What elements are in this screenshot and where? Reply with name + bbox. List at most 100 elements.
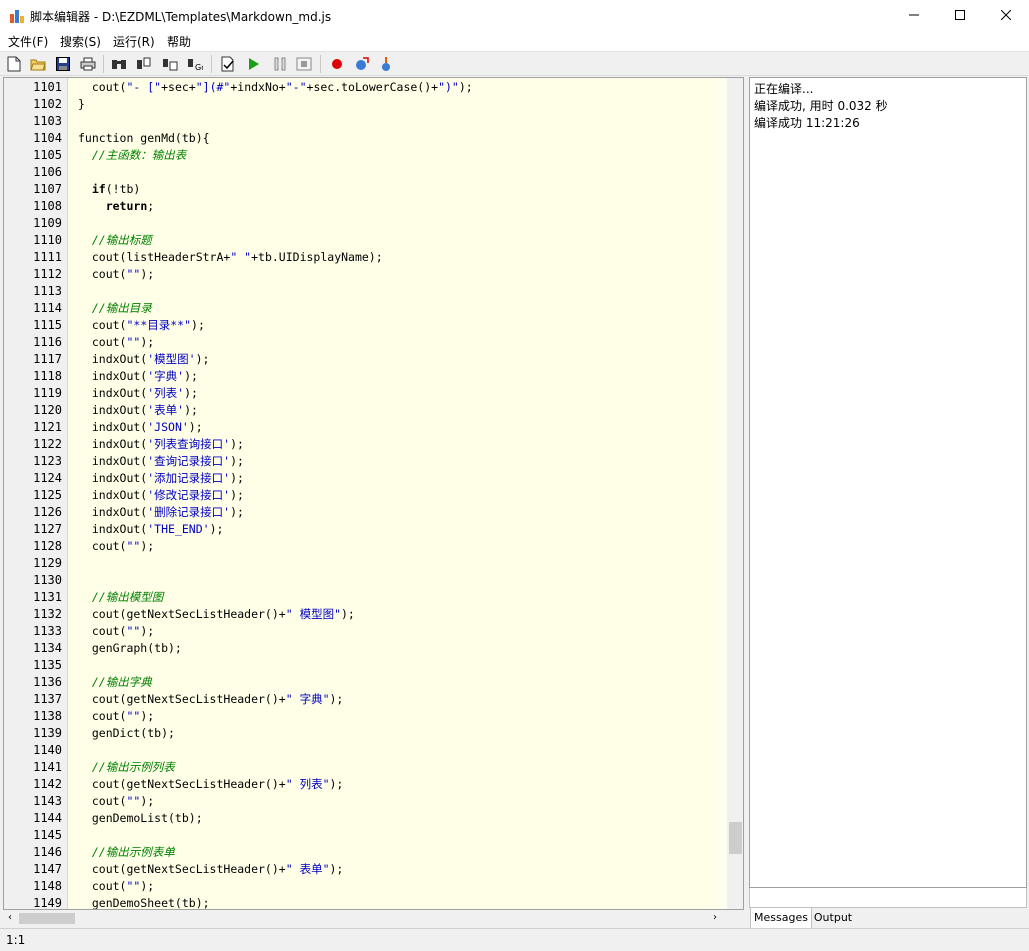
code-line[interactable]: //输出目录 — [78, 300, 152, 317]
messages-panel: 正在编译... 编译成功, 用时 0.032 秒 编译成功 11:21:26 — [749, 77, 1027, 888]
code-line[interactable]: } — [78, 96, 85, 113]
code-line[interactable]: cout(getNextSecListHeader()+" 模型图"); — [78, 606, 355, 623]
menu-file[interactable]: 文件(F) — [8, 33, 48, 50]
line-number: 1130 — [33, 573, 62, 587]
code-line[interactable]: //输出标题 — [78, 232, 152, 249]
tab-output[interactable]: Output — [811, 908, 855, 928]
code-line[interactable]: indxOut('删除记录接口'); — [78, 504, 244, 521]
code-token: cout( — [78, 539, 127, 553]
line-number: 1101 — [33, 80, 62, 94]
code-line[interactable]: genDemoList(tb); — [78, 810, 203, 827]
open-folder-icon[interactable] — [29, 55, 47, 73]
code-line[interactable]: cout(""); — [78, 266, 154, 283]
line-number: 1111 — [33, 250, 62, 264]
code-token: } — [78, 97, 85, 111]
minimize-button[interactable] — [891, 0, 937, 31]
code-token: genGraph(tb); — [78, 641, 182, 655]
line-number: 1137 — [33, 692, 62, 706]
string-token: " 列表" — [285, 777, 330, 791]
code-line[interactable]: indxOut('查询记录接口'); — [78, 453, 244, 470]
maximize-icon — [955, 9, 965, 23]
code-line[interactable]: //输出示例表单 — [78, 844, 175, 861]
code-line[interactable]: //输出模型图 — [78, 589, 163, 606]
code-line[interactable]: indxOut('字典'); — [78, 368, 198, 385]
goto-icon[interactable]: Go — [186, 55, 204, 73]
string-token: ")" — [438, 80, 459, 94]
find-next-icon[interactable] — [135, 55, 153, 73]
breakpoint-icon[interactable] — [328, 55, 346, 73]
editor-vertical-scrollbar-thumb[interactable] — [729, 822, 742, 854]
line-number: 1102 — [33, 97, 62, 111]
editor-horizontal-scrollbar[interactable]: ‹ › — [3, 910, 726, 927]
code-line[interactable]: cout(listHeaderStrA+" "+tb.UIDisplayName… — [78, 249, 383, 266]
tab-messages[interactable]: Messages — [750, 908, 812, 929]
code-line[interactable]: genDict(tb); — [78, 725, 175, 742]
code-line[interactable]: genDemoSheet(tb); — [78, 895, 210, 909]
code-line[interactable]: return; — [78, 198, 154, 215]
status-bar: 1:1 — [0, 928, 1029, 951]
minimize-icon — [909, 9, 919, 23]
code-token: indxOut( — [78, 369, 148, 383]
line-number: 1145 — [33, 828, 62, 842]
code-token: genDict(tb); — [78, 726, 175, 740]
code-line[interactable]: cout("- ["+sec+"](#"+indxNo+"-"+sec.toLo… — [78, 79, 473, 96]
line-number: 1103 — [33, 114, 62, 128]
menu-search[interactable]: 搜索(S) — [60, 33, 101, 50]
code-line[interactable]: //输出字典 — [78, 674, 152, 691]
save-icon[interactable] — [54, 55, 72, 73]
code-line[interactable]: indxOut('列表查询接口'); — [78, 436, 244, 453]
code-line[interactable]: indxOut('列表'); — [78, 385, 198, 402]
code-line[interactable]: //输出示例列表 — [78, 759, 175, 776]
step-into-icon[interactable] — [353, 55, 371, 73]
code-line[interactable]: cout(getNextSecListHeader()+" 表单"); — [78, 861, 344, 878]
code-line[interactable]: indxOut('表单'); — [78, 402, 198, 419]
code-line[interactable]: cout(getNextSecListHeader()+" 字典"); — [78, 691, 344, 708]
menu-help[interactable]: 帮助 — [167, 33, 191, 50]
stop-icon[interactable] — [295, 55, 313, 73]
editor-vertical-scrollbar[interactable] — [727, 78, 743, 909]
code-token: cout( — [78, 80, 127, 94]
code-line[interactable]: cout("**目录**"); — [78, 317, 205, 334]
code-line[interactable]: if(!tb) — [78, 181, 140, 198]
line-number: 1104 — [33, 131, 62, 145]
code-line[interactable]: indxOut('JSON'); — [78, 419, 203, 436]
menu-run[interactable]: 运行(R) — [113, 33, 155, 50]
code-token: ); — [230, 454, 244, 468]
code-token: ); — [140, 624, 155, 638]
replace-icon[interactable] — [161, 55, 179, 73]
string-token: "- [" — [126, 80, 162, 94]
code-line[interactable]: cout(""); — [78, 708, 154, 725]
code-editor[interactable]: 1101 cout("- ["+sec+"](#"+indxNo+"-"+sec… — [3, 77, 744, 910]
maximize-button[interactable] — [937, 0, 983, 31]
find-icon[interactable] — [110, 55, 128, 73]
code-line[interactable]: cout(""); — [78, 793, 154, 810]
print-icon[interactable] — [79, 55, 97, 73]
code-line[interactable]: cout(""); — [78, 623, 154, 640]
code-line[interactable]: cout(""); — [78, 538, 154, 555]
code-line[interactable]: //主函数：输出表 — [78, 147, 186, 164]
scroll-right-icon[interactable]: › — [713, 912, 717, 923]
code-line[interactable]: cout(""); — [78, 878, 154, 895]
code-line[interactable]: function genMd(tb){ — [78, 130, 210, 147]
code-line[interactable]: indxOut('模型图'); — [78, 351, 210, 368]
code-token: ); — [184, 403, 198, 417]
code-line[interactable]: genGraph(tb); — [78, 640, 182, 657]
new-file-icon[interactable] — [5, 55, 23, 73]
compile-icon[interactable] — [219, 55, 237, 73]
close-button[interactable] — [983, 0, 1029, 31]
run-icon[interactable] — [245, 55, 263, 73]
code-token: ); — [140, 335, 155, 349]
line-number: 1146 — [33, 845, 62, 859]
step-over-icon[interactable] — [377, 55, 395, 73]
code-token: ); — [140, 539, 155, 553]
editor-horizontal-scrollbar-thumb[interactable] — [19, 913, 75, 924]
code-token: ); — [140, 879, 155, 893]
scroll-left-icon[interactable]: ‹ — [8, 912, 12, 923]
code-line[interactable]: cout(""); — [78, 334, 154, 351]
code-line[interactable]: indxOut('添加记录接口'); — [78, 470, 244, 487]
code-line[interactable]: cout(getNextSecListHeader()+" 列表"); — [78, 776, 344, 793]
code-token: indxOut( — [78, 403, 148, 417]
code-line[interactable]: indxOut('THE_END'); — [78, 521, 224, 538]
code-line[interactable]: indxOut('修改记录接口'); — [78, 487, 244, 504]
pause-icon[interactable] — [271, 55, 289, 73]
